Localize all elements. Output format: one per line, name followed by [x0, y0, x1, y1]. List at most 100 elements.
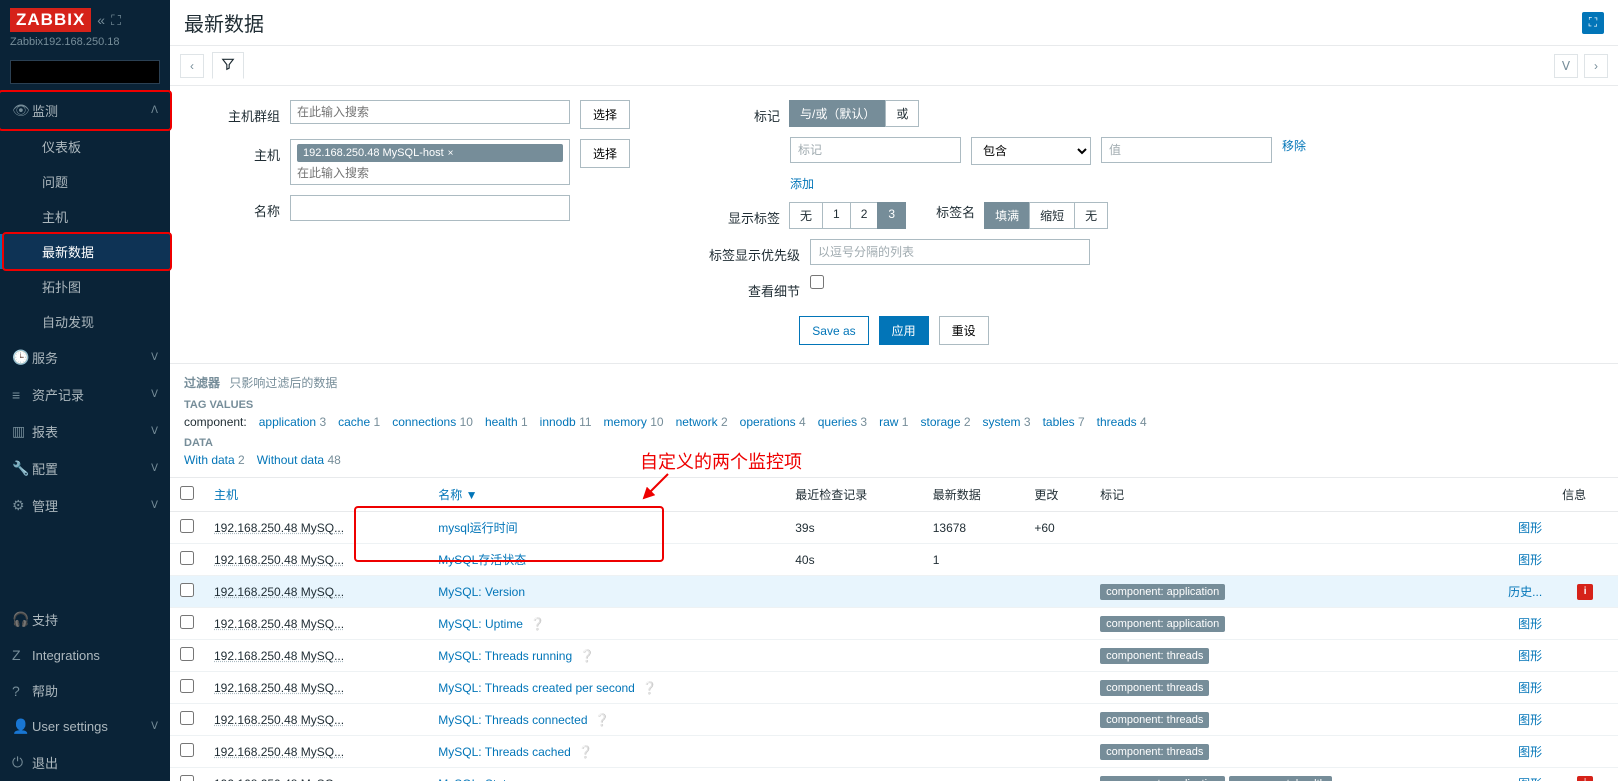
graph-link[interactable]: 图形	[1518, 553, 1542, 567]
graph-link[interactable]: 图形	[1518, 681, 1542, 695]
tag-link[interactable]: system	[983, 415, 1021, 429]
host-link[interactable]: 192.168.250.48 MySQ...	[214, 681, 344, 695]
tag-link[interactable]: storage	[920, 415, 960, 429]
tag-link[interactable]: connections	[392, 415, 456, 429]
show-details-checkbox[interactable]	[810, 275, 824, 289]
scroll-right-icon[interactable]: ›	[1584, 54, 1608, 78]
host-link[interactable]: 192.168.250.48 MySQ...	[214, 585, 344, 599]
tag-link[interactable]: network	[676, 415, 718, 429]
tag-link[interactable]: health	[485, 415, 518, 429]
sidebar-item-hosts[interactable]: 主机	[0, 199, 170, 234]
sidebar-item-maps[interactable]: 拓扑图	[0, 269, 170, 304]
sidebar-item-latest-data[interactable]: 最新数据	[0, 234, 170, 269]
graph-link[interactable]: 图形	[1518, 521, 1542, 535]
item-name-link[interactable]: MySQL: Status	[438, 777, 519, 781]
sidebar-item-config[interactable]: 🔧配置ᐯ	[0, 450, 170, 487]
sidebar-item-monitoring[interactable]: 👁 监测 ᐱ	[0, 92, 170, 129]
row-checkbox[interactable]	[180, 679, 194, 693]
host-link[interactable]: 192.168.250.48 MySQ...	[214, 521, 344, 535]
graph-link[interactable]: 图形	[1518, 713, 1542, 727]
tag-link[interactable]: queries	[818, 415, 857, 429]
item-name-link[interactable]: MySQL: Uptime	[438, 617, 523, 631]
host-link[interactable]: 192.168.250.48 MySQ...	[214, 713, 344, 727]
sidebar-item-discovery[interactable]: 自动发现	[0, 304, 170, 339]
tag-link[interactable]: application	[259, 415, 316, 429]
sidebar-item-inventory[interactable]: ≡资产记录ᐯ	[0, 376, 170, 413]
sidebar-item-problems[interactable]: 问题	[0, 164, 170, 199]
tag-value-input[interactable]	[1101, 137, 1272, 163]
tag-add-link[interactable]: 添加	[790, 175, 814, 192]
scroll-left-icon[interactable]: ‹	[180, 54, 204, 78]
graph-link[interactable]: 图形	[1518, 649, 1542, 663]
host-link[interactable]: 192.168.250.48 MySQ...	[214, 649, 344, 663]
info-icon[interactable]: ❔	[580, 649, 595, 663]
item-name-link[interactable]: MySQL: Version	[438, 585, 525, 599]
sidebar-item-dashboard[interactable]: 仪表板	[0, 129, 170, 164]
hosts-input[interactable]: 192.168.250.48 MySQL-host×	[290, 139, 570, 185]
row-checkbox[interactable]	[180, 583, 194, 597]
tag-link[interactable]: threads	[1097, 415, 1137, 429]
tag-priority-input[interactable]	[810, 239, 1090, 265]
tag-operator-select[interactable]: 包含	[971, 137, 1091, 165]
tag-link[interactable]: tables	[1043, 415, 1075, 429]
select-all-checkbox[interactable]	[180, 486, 194, 500]
row-checkbox[interactable]	[180, 615, 194, 629]
row-checkbox[interactable]	[180, 711, 194, 725]
error-badge[interactable]: i	[1577, 584, 1593, 600]
item-name-link[interactable]: MySQL: Threads running	[438, 649, 572, 663]
remove-chip-icon[interactable]: ×	[448, 148, 454, 159]
tag-link[interactable]: raw	[879, 415, 898, 429]
info-icon[interactable]: ❔	[595, 713, 610, 727]
with-data-link[interactable]: With data	[184, 453, 235, 467]
sidebar-item-support[interactable]: 🎧支持	[0, 601, 170, 638]
info-icon[interactable]: ❔	[642, 681, 657, 695]
without-data-link[interactable]: Without data	[257, 453, 324, 467]
graph-link[interactable]: 图形	[1518, 777, 1542, 781]
host-link[interactable]: 192.168.250.48 MySQ...	[214, 777, 344, 781]
item-name-link[interactable]: MySQL: Threads cached	[438, 745, 571, 759]
name-input[interactable]	[290, 195, 570, 221]
col-host[interactable]: 主机	[204, 478, 428, 512]
info-icon[interactable]: ❔	[578, 745, 593, 759]
tag-link[interactable]: operations	[740, 415, 796, 429]
tagname-group[interactable]: 填满 缩短 无	[985, 202, 1108, 229]
sidebar-item-admin[interactable]: ⚙管理ᐯ	[0, 487, 170, 524]
sidebar-search[interactable]: 🔍	[10, 60, 160, 84]
error-badge[interactable]: i	[1577, 776, 1593, 781]
expand-icon[interactable]: ⛶	[1582, 12, 1604, 34]
col-name[interactable]: 名称 ▼	[428, 478, 785, 512]
or-button[interactable]: 或	[885, 100, 919, 127]
sidebar-item-reports[interactable]: ▥报表ᐯ	[0, 413, 170, 450]
tag-name-input[interactable]	[790, 137, 961, 163]
sidebar-item-help[interactable]: ?帮助	[0, 672, 170, 709]
tag-link[interactable]: memory	[604, 415, 647, 429]
andor-button[interactable]: 与/或（默认）	[789, 100, 886, 127]
item-name-link[interactable]: MySQL存活状态	[438, 553, 526, 567]
graph-link[interactable]: 历史...	[1508, 585, 1542, 599]
chevron-down-icon[interactable]: ᐯ	[1554, 54, 1578, 78]
tag-link[interactable]: innodb	[540, 415, 576, 429]
save-as-button[interactable]: Save as	[799, 316, 868, 345]
host-link[interactable]: 192.168.250.48 MySQ...	[214, 553, 344, 567]
filter-tab[interactable]	[212, 52, 244, 79]
row-checkbox[interactable]	[180, 551, 194, 565]
search-input[interactable]	[11, 61, 178, 83]
graph-link[interactable]: 图形	[1518, 745, 1542, 759]
row-checkbox[interactable]	[180, 647, 194, 661]
item-name-link[interactable]: MySQL: Threads created per second	[438, 681, 635, 695]
item-name-link[interactable]: mysql运行时间	[438, 521, 517, 535]
hostgroups-input[interactable]	[290, 100, 570, 124]
info-icon[interactable]: ❔	[530, 617, 545, 631]
hosts-select-button[interactable]: 选择	[580, 139, 630, 168]
collapse-icon[interactable]: «	[97, 12, 105, 29]
tag-link[interactable]: cache	[338, 415, 370, 429]
row-checkbox[interactable]	[180, 775, 194, 781]
tag-remove-link[interactable]: 移除	[1282, 137, 1306, 154]
sidebar-item-logout[interactable]: ⏻退出	[0, 744, 170, 781]
hostgroups-select-button[interactable]: 选择	[580, 100, 630, 129]
sidebar-item-services[interactable]: 🕒服务ᐯ	[0, 339, 170, 376]
fullscreen-icon[interactable]: ⛶	[111, 12, 121, 29]
sidebar-item-user-settings[interactable]: 👤User settingsᐯ	[0, 709, 170, 744]
apply-button[interactable]: 应用	[879, 316, 929, 345]
host-link[interactable]: 192.168.250.48 MySQ...	[214, 745, 344, 759]
